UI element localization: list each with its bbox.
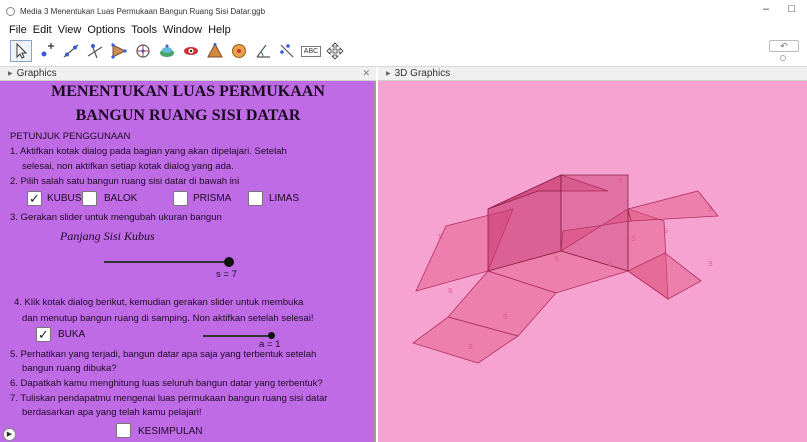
cube-net-3d-view[interactable]: S S S S S S S S S S S S <box>378 81 807 442</box>
prisma-checkbox[interactable] <box>173 191 188 206</box>
step-3: 3. Gerakan slider untuk mengubah ukuran … <box>10 212 222 223</box>
slider-s-label: Panjang Sisi Kubus <box>60 229 155 243</box>
undo-button[interactable]: ↶ <box>769 40 799 52</box>
menu-options[interactable]: Options <box>87 24 125 36</box>
graphics3d-panel-header: ▶ 3D Graphics <box>378 67 807 81</box>
reflect-icon[interactable] <box>276 40 298 62</box>
limas-checkbox[interactable] <box>248 191 263 206</box>
settings-icon[interactable] <box>780 55 786 61</box>
window-title: Media 3 Menentukan Luas Permukaan Bangun… <box>20 6 266 16</box>
geogebra-app-icon <box>6 6 15 16</box>
step-1a: 1. Aktifkan kotak dialog pada bagian yan… <box>10 146 287 157</box>
face-label-1: S <box>488 256 493 263</box>
slider-s-track[interactable] <box>104 261 229 263</box>
face-label-0: S <box>438 234 443 241</box>
slider-a-track[interactable] <box>203 335 271 337</box>
graphics3d-header-label: 3D Graphics <box>394 68 451 79</box>
balok-label: BALOK <box>104 193 138 204</box>
prisma-label: PRISMA <box>193 193 232 204</box>
step-5a: 5. Perhatikan yang terjadi, bangun datar… <box>10 349 317 360</box>
page-title-line2: BANGUN RUANG SISI DATAR <box>75 107 301 124</box>
circle-icon[interactable] <box>132 40 154 62</box>
title-bar: Media 3 Menentukan Luas Permukaan Bangun… <box>0 0 807 22</box>
buka-checkbox[interactable]: ✓ <box>36 327 51 342</box>
instructions-heading: PETUNJUK PENGGUNAAN <box>10 131 131 142</box>
slider-s-knob[interactable] <box>224 257 234 267</box>
kesimpulan-label: KESIMPULAN <box>138 426 203 437</box>
face-label-8: S <box>468 344 473 351</box>
menu-view[interactable]: View <box>58 24 82 36</box>
pyramid-icon[interactable] <box>156 40 178 62</box>
kubus-checkbox[interactable]: ✓ <box>27 191 42 206</box>
limas-label: LIMAS <box>269 193 300 204</box>
menu-window[interactable]: Window <box>163 24 202 36</box>
menu-help[interactable]: Help <box>208 24 231 36</box>
face-label-2: S <box>618 178 623 185</box>
menu-file[interactable]: File <box>9 24 27 36</box>
face-label-3: S <box>663 228 668 235</box>
sphere-icon[interactable] <box>180 40 202 62</box>
step-6: 6. Dapatkah kamu menghitung luas seluruh… <box>10 378 323 389</box>
move-view-icon[interactable] <box>324 40 346 62</box>
close-icon[interactable]: ✕ <box>362 68 370 79</box>
collapse-triangle-3d-icon[interactable]: ▶ <box>386 70 391 77</box>
kesimpulan-checkbox[interactable] <box>116 423 131 438</box>
face-label-4: S <box>631 236 636 243</box>
kubus-label: KUBUS <box>47 193 82 204</box>
face-label-10: S <box>554 256 559 263</box>
cone-icon[interactable] <box>228 40 250 62</box>
graphics-header-label: Graphics <box>16 68 57 79</box>
toolbar: ABC ↶ <box>0 37 807 67</box>
minimize-button[interactable]: – <box>763 3 769 15</box>
graphics-panel-header: ▶ Graphics ✕ <box>0 67 376 81</box>
step-4a: 4. Klik kotak dialog berikut, kemudian g… <box>14 297 304 308</box>
slider-s-value: s = 7 <box>216 269 237 280</box>
point-icon[interactable] <box>36 40 58 62</box>
text-icon[interactable]: ABC <box>300 40 322 62</box>
face-label-11: S <box>608 261 613 268</box>
step-4b: dan menutup bangun ruang di samping. Non… <box>22 313 314 324</box>
step-7a: 7. Tuliskan pendapatmu mengenai luas per… <box>10 393 328 404</box>
restore-button[interactable]: □ <box>788 3 795 15</box>
menu-bar: File Edit View Options Tools Window Help <box>0 22 807 37</box>
step-2: 2. Pilih salah satu bangun ruang sisi da… <box>10 176 240 187</box>
face-label-5: S <box>708 206 713 213</box>
graphics-panel: MENENTUKAN LUAS PERMUKAAN BANGUN RUANG S… <box>0 81 376 442</box>
page-title-line1: MENENTUKAN LUAS PERMUKAAN <box>51 83 325 100</box>
prism-icon[interactable] <box>204 40 226 62</box>
step-7b: berdasarkan apa yang telah kamu pelajari… <box>22 407 202 418</box>
perpendicular-icon[interactable] <box>84 40 106 62</box>
menu-edit[interactable]: Edit <box>33 24 52 36</box>
face-label-6: S <box>708 261 713 268</box>
buka-label: BUKA <box>58 329 86 340</box>
net-face-back-wing <box>627 190 719 222</box>
step-1b: selesai, non aktifkan setiap kotak dialo… <box>22 161 234 172</box>
face-label-9: S <box>448 288 453 295</box>
move-icon[interactable] <box>10 40 32 62</box>
line-icon[interactable] <box>60 40 82 62</box>
play-animation-icon[interactable]: ▶ <box>3 428 16 441</box>
balok-checkbox[interactable] <box>82 191 97 206</box>
angle-icon[interactable] <box>252 40 274 62</box>
polygon-icon[interactable] <box>108 40 130 62</box>
menu-tools[interactable]: Tools <box>131 24 157 36</box>
collapse-triangle-icon[interactable]: ▶ <box>8 70 13 77</box>
step-5b: bangun ruang dibuka? <box>22 363 117 374</box>
face-label-7: S <box>503 314 508 321</box>
slider-a-knob[interactable] <box>267 332 275 339</box>
